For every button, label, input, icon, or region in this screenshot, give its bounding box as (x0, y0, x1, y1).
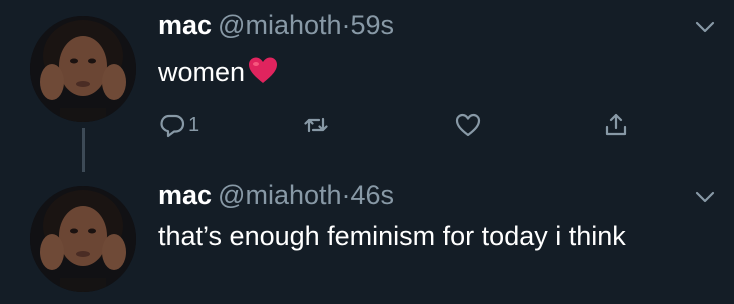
avatar-image (30, 16, 136, 122)
avatar[interactable] (30, 16, 136, 122)
user-handle[interactable]: @miahoth (218, 180, 341, 210)
thread-connector (82, 128, 85, 172)
avatar[interactable] (30, 186, 136, 292)
tweet-header: mac @miahoth·46s (158, 180, 394, 211)
chevron-down-icon[interactable] (694, 16, 716, 38)
reply-count: 1 (188, 113, 200, 136)
tweet-text-content: women (158, 57, 246, 87)
avatar-image (30, 186, 136, 292)
tweet[interactable]: mac @miahoth·59s women 1 (0, 0, 734, 172)
share-button[interactable] (602, 110, 630, 140)
chevron-down-icon[interactable] (694, 186, 716, 208)
reply-button[interactable]: 1 (158, 110, 199, 140)
like-icon (454, 111, 482, 139)
tweet-actions: 1 (158, 110, 638, 140)
display-name[interactable]: mac (158, 10, 212, 40)
retweet-button[interactable] (302, 110, 330, 140)
share-icon (602, 111, 630, 139)
like-button[interactable] (454, 110, 482, 140)
tweet-text: that’s enough feminism for today i think (158, 221, 626, 251)
tweet-header: mac @miahoth·59s (158, 10, 394, 41)
separator-dot: · (341, 180, 351, 210)
retweet-icon (302, 111, 330, 139)
separator-dot: · (341, 10, 351, 40)
tweet[interactable]: mac @miahoth·46s that’s enough feminism f… (0, 170, 734, 304)
user-handle[interactable]: @miahoth (218, 10, 341, 40)
tweet-text: women (158, 54, 678, 90)
red-heart-emoji (247, 55, 279, 87)
display-name[interactable]: mac (158, 180, 212, 210)
reply-icon (158, 111, 186, 139)
timestamp[interactable]: 59s (351, 10, 395, 40)
timestamp[interactable]: 46s (351, 180, 395, 210)
